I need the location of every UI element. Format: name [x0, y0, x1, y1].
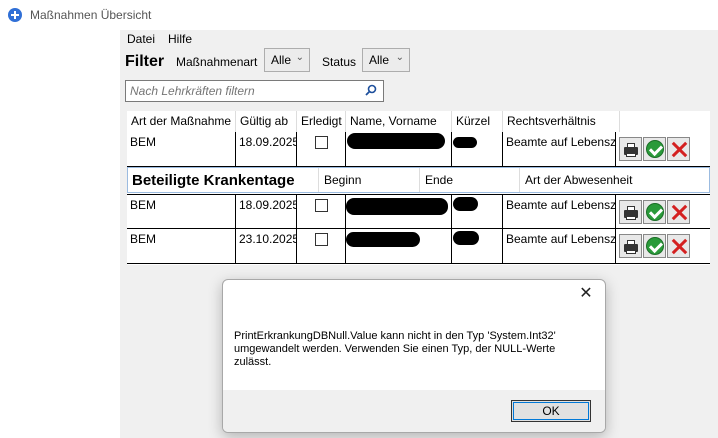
- app-plus-icon: [8, 8, 22, 22]
- redacted-name: [346, 232, 420, 247]
- dialog-close-icon[interactable]: ✕: [575, 284, 597, 304]
- title-bar: Maßnahmen Übersicht: [0, 0, 718, 30]
- massnahmenart-value: Alle: [271, 53, 292, 67]
- cell-gueltig: 23.10.2025: [236, 229, 297, 263]
- column-header-kuerzel[interactable]: Kürzel: [452, 111, 503, 133]
- cell-art: BEM: [127, 195, 236, 229]
- row-actions: [619, 234, 691, 258]
- cell-recht: Beamte auf Lebensze: [503, 229, 616, 263]
- chevron-down-icon: ⌄: [295, 52, 304, 63]
- menu-bar: Datei Hilfe: [120, 30, 718, 48]
- search-field[interactable]: [125, 80, 384, 102]
- delete-button[interactable]: [667, 137, 690, 161]
- status-dropdown[interactable]: Alle ⌄: [362, 48, 410, 72]
- status-value: Alle: [369, 53, 390, 67]
- redacted-kuerzel: [453, 231, 479, 245]
- check-icon: [646, 140, 664, 158]
- krankentage-title: Beteiligte Krankentage: [132, 172, 295, 189]
- ok-button[interactable]: OK: [511, 400, 591, 422]
- dialog-message: PrintErkrankungDBNull.Value kann nicht i…: [234, 330, 556, 368]
- column-header-abwesenheit[interactable]: Art der Abwesenheit: [519, 168, 637, 192]
- column-header-erledigt[interactable]: Erledigt: [297, 111, 346, 133]
- column-header-name[interactable]: Name, Vorname: [346, 111, 452, 133]
- column-header-ende[interactable]: Ende: [419, 168, 519, 192]
- cell-kuerzel: [452, 132, 503, 166]
- dialog-footer: OK: [223, 390, 605, 432]
- delete-button[interactable]: [667, 200, 690, 224]
- massnahmenart-dropdown[interactable]: Alle ⌄: [264, 48, 310, 72]
- cell-erledigt: [297, 229, 346, 263]
- table-row[interactable]: BEM 18.09.2025 Beamte auf Lebensze: [127, 132, 710, 167]
- window-title: Maßnahmen Übersicht: [30, 8, 152, 22]
- print-icon[interactable]: [619, 234, 642, 258]
- print-icon[interactable]: [619, 200, 642, 224]
- erledigt-checkbox[interactable]: [315, 233, 328, 246]
- cell-name: [346, 195, 452, 229]
- search-icon[interactable]: [365, 84, 377, 96]
- cell-recht: Beamte auf Lebensze: [503, 132, 616, 166]
- chevron-down-icon: ⌄: [395, 52, 404, 63]
- erledigt-checkbox[interactable]: [315, 199, 328, 212]
- column-header-gueltig[interactable]: Gültig ab: [236, 111, 297, 133]
- delete-x-icon: [671, 238, 687, 254]
- status-label: Status: [322, 55, 357, 69]
- check-icon: [646, 203, 664, 221]
- table-row[interactable]: BEM 18.09.2025 Beamte auf Lebensze: [127, 194, 710, 229]
- delete-x-icon: [671, 141, 687, 157]
- confirm-button[interactable]: [643, 137, 666, 161]
- confirm-button[interactable]: [643, 200, 666, 224]
- cell-kuerzel: [452, 195, 503, 229]
- cell-recht: Beamte auf Lebensze: [503, 195, 616, 229]
- menu-item-hilfe[interactable]: Hilfe: [168, 32, 192, 46]
- filter-heading: Filter: [125, 53, 165, 70]
- krankentage-section: Beteiligte Krankentage Beginn Ende Art d…: [127, 167, 710, 193]
- print-icon[interactable]: [619, 137, 642, 161]
- check-icon: [646, 237, 664, 255]
- cell-erledigt: [297, 195, 346, 229]
- erledigt-checkbox[interactable]: [315, 136, 328, 149]
- error-dialog: ✕ PrintErkrankungDBNull.Value kann nicht…: [222, 279, 606, 433]
- cell-art: BEM: [127, 132, 236, 166]
- redacted-name: [347, 133, 445, 149]
- redacted-name: [346, 198, 448, 215]
- confirm-button[interactable]: [643, 234, 666, 258]
- column-header-recht[interactable]: Rechtsverhältnis: [503, 111, 620, 133]
- column-header-art[interactable]: Art der Maßnahme: [127, 111, 236, 133]
- search-input[interactable]: [130, 83, 350, 99]
- cell-erledigt: [297, 132, 346, 166]
- cell-kuerzel: [452, 229, 503, 263]
- delete-button[interactable]: [667, 234, 690, 258]
- redacted-kuerzel: [453, 137, 477, 148]
- cell-name: [346, 132, 452, 166]
- cell-gueltig: 18.09.2025: [236, 132, 297, 166]
- massnahmenart-label: Maßnahmenart: [176, 55, 258, 69]
- delete-x-icon: [671, 204, 687, 220]
- column-header-beginn[interactable]: Beginn: [318, 168, 419, 192]
- menu-item-datei[interactable]: Datei: [127, 32, 155, 46]
- table-row[interactable]: BEM 23.10.2025 Beamte auf Lebensze: [127, 229, 710, 264]
- grid-header: Art der Maßnahme Gültig ab Erledigt Name…: [127, 111, 620, 133]
- cell-name: [346, 229, 452, 263]
- cell-art: BEM: [127, 229, 236, 263]
- row-actions: [619, 137, 691, 161]
- redacted-kuerzel: [453, 197, 478, 211]
- row-actions: [619, 200, 691, 224]
- cell-gueltig: 18.09.2025: [236, 195, 297, 229]
